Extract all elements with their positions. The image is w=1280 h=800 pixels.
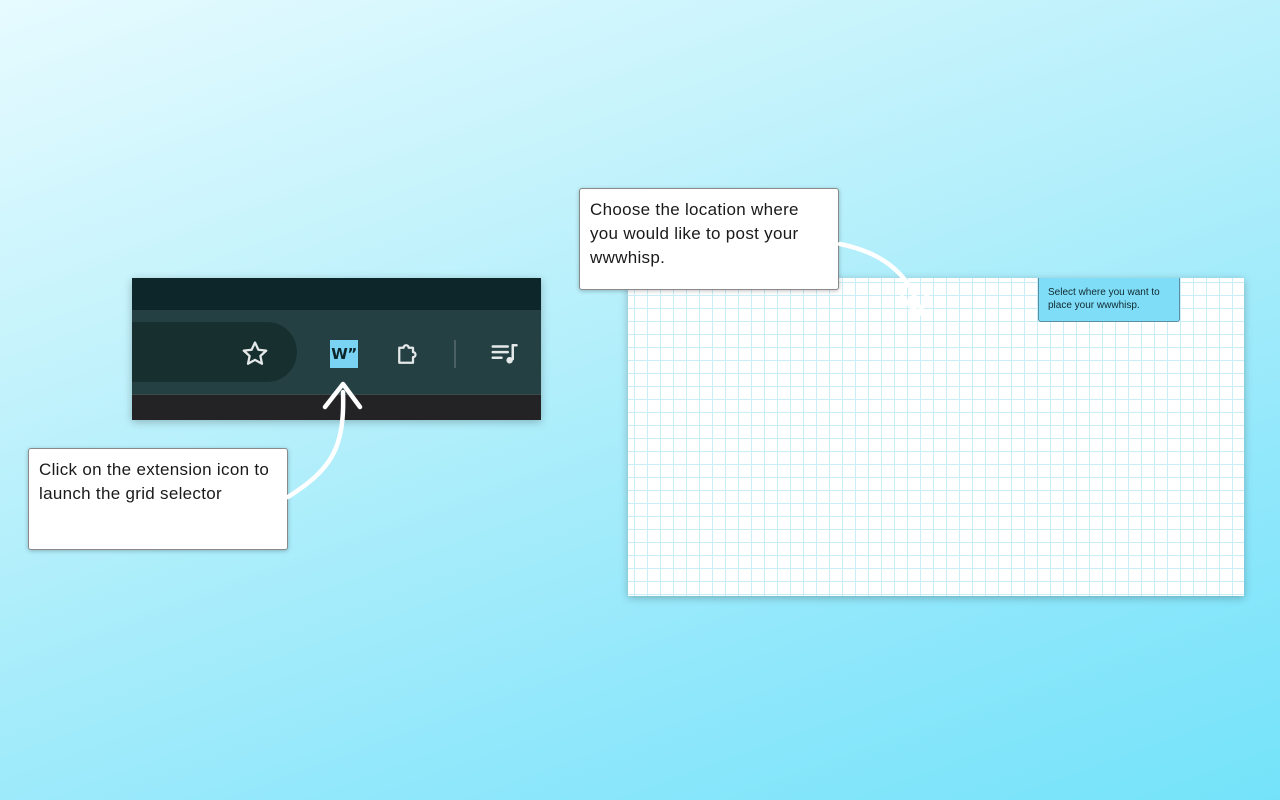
wwwhisp-extension-icon[interactable]: W” (330, 340, 358, 368)
media-playlist-icon[interactable] (488, 338, 520, 370)
grid-selector[interactable]: Select where you want to place your wwwh… (628, 278, 1244, 596)
toolbar-divider (454, 340, 456, 368)
address-bar[interactable] (132, 322, 297, 382)
callout-step-1: Click on the extension icon to launch th… (28, 448, 288, 550)
browser-toolbar: W” (132, 278, 541, 420)
puzzle-extensions-icon[interactable] (392, 338, 424, 370)
extension-icon-label: W” (331, 345, 357, 363)
star-icon[interactable] (238, 337, 272, 371)
grid-selector-tooltip: Select where you want to place your wwwh… (1038, 278, 1180, 322)
bookmarks-strip (132, 394, 541, 420)
tab-strip (132, 278, 541, 310)
callout-step-2: Choose the location where you would like… (579, 188, 839, 290)
